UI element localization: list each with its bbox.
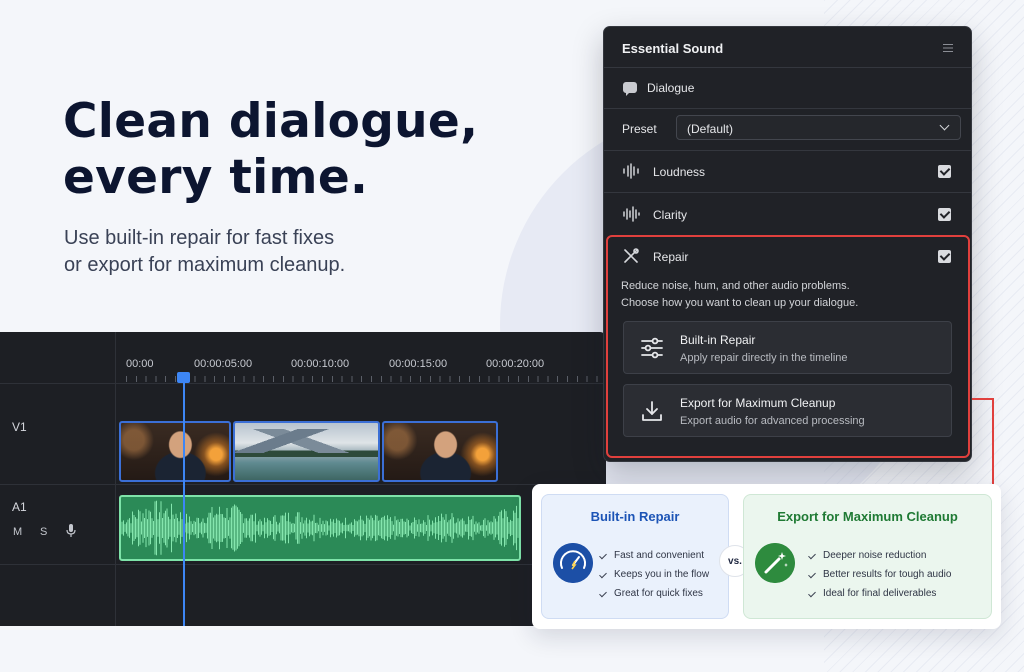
repair-description-line-1: Reduce noise, hum, and other audio probl…: [621, 280, 850, 292]
list-item-text: Great for quick fixes: [614, 588, 703, 599]
video-clip-talking-head[interactable]: [119, 421, 231, 482]
option-subtitle: Apply repair directly in the timeline: [680, 352, 848, 364]
loudness-checkbox[interactable]: [938, 165, 951, 178]
download-icon: [642, 401, 662, 421]
waveform-icon: [623, 206, 640, 222]
built-in-repair-card: Built-in Repair Fast and convenient Keep…: [541, 494, 729, 619]
connector-line: [972, 398, 994, 400]
tools-icon: [624, 248, 639, 263]
video-clip-mountain-lake[interactable]: [233, 421, 380, 482]
clarity-checkbox[interactable]: [938, 208, 951, 221]
comparison-card: Built-in Repair Fast and convenient Keep…: [532, 484, 1001, 629]
preset-label: Preset: [622, 122, 657, 136]
export-cleanup-button[interactable]: Export for Maximum Cleanup Export audio …: [623, 384, 952, 437]
speedometer-icon: [553, 543, 593, 583]
audio-waveform: [121, 500, 519, 556]
preset-value: (Default): [687, 122, 734, 136]
timecode-3: 00:00:15:00: [389, 358, 448, 370]
feature-list: Fast and convenient Keeps you in the flo…: [599, 546, 710, 603]
hero-title: Clean dialogue, every time.: [63, 94, 523, 206]
video-clip-talking-head[interactable]: [382, 421, 498, 482]
hero-subtitle: Use built-in repair for fast fixes or ex…: [64, 225, 484, 279]
timecode-4: 00:00:20:00: [486, 358, 545, 370]
chevron-down-icon: [939, 120, 950, 131]
magic-wand-icon: [755, 543, 795, 583]
waveform-icon: [623, 163, 639, 179]
card-title: Export for Maximum Cleanup: [777, 509, 958, 524]
list-item-text: Deeper noise reduction: [823, 550, 927, 561]
list-item: Ideal for final deliverables: [808, 584, 951, 603]
divider: [604, 67, 971, 68]
timecode-0: 00:00: [126, 358, 154, 370]
loudness-label: Loudness: [653, 165, 706, 179]
audio-clip[interactable]: [119, 495, 521, 561]
menu-icon[interactable]: [943, 44, 953, 52]
list-item: Better results for tough audio: [808, 565, 952, 584]
list-item-text: Fast and convenient: [614, 550, 705, 561]
timeline-panel: 00:00 00:00:05:00 00:00:10:00 00:00:15:0…: [0, 332, 606, 626]
check-icon: [808, 551, 816, 560]
divider: [604, 150, 971, 151]
speech-bubble-icon: [623, 82, 637, 96]
timecode-1: 00:00:05:00: [194, 358, 253, 370]
export-cleanup-card: Export for Maximum Cleanup Deeper noise …: [743, 494, 992, 619]
waveform-path: [121, 500, 519, 556]
list-item: Deeper noise reduction: [808, 546, 951, 565]
solo-button[interactable]: S: [40, 526, 47, 538]
essential-sound-panel: Essential Sound Dialogue Preset (Default…: [603, 26, 972, 462]
sliders-icon: [641, 337, 663, 359]
connector-line: [992, 398, 994, 486]
track-divider: [0, 564, 606, 565]
hero-title-line-2: every time.: [63, 150, 369, 205]
microphone-icon[interactable]: [66, 524, 76, 538]
preset-dropdown[interactable]: (Default): [676, 115, 961, 140]
check-icon: [599, 551, 607, 560]
check-icon: [599, 589, 607, 598]
list-item-text: Ideal for final deliverables: [823, 588, 937, 599]
category-label: Dialogue: [647, 81, 695, 95]
repair-label: Repair: [653, 250, 689, 264]
list-item-text: Better results for tough audio: [823, 569, 952, 580]
repair-description-line-2: Choose how you want to clean up your dia…: [621, 297, 859, 309]
audio-track-label: A1: [12, 500, 27, 514]
divider: [604, 192, 971, 193]
list-item: Keeps you in the flow: [599, 565, 710, 584]
list-item: Great for quick fixes: [599, 584, 709, 603]
repair-description: Reduce noise, hum, and other audio probl…: [621, 278, 941, 312]
playhead-handle[interactable]: [177, 372, 190, 383]
timeline-header-spacer: [0, 332, 116, 384]
clarity-label: Clarity: [653, 208, 688, 222]
divider: [604, 108, 971, 109]
option-subtitle: Export audio for advanced processing: [680, 415, 865, 427]
list-item: Fast and convenient: [599, 546, 709, 565]
check-icon: [599, 570, 607, 579]
ruler-ticks: [126, 376, 606, 382]
feature-list: Deeper noise reduction Better results fo…: [808, 546, 952, 603]
check-icon: [808, 589, 816, 598]
check-icon: [808, 570, 816, 579]
option-title: Built-in Repair: [680, 333, 756, 347]
hero-title-line-1: Clean dialogue,: [63, 94, 479, 149]
mute-button[interactable]: M: [13, 526, 22, 538]
list-item-text: Keeps you in the flow: [614, 569, 710, 580]
card-title: Built-in Repair: [590, 509, 680, 524]
option-title: Export for Maximum Cleanup: [680, 396, 836, 410]
repair-checkbox[interactable]: [938, 250, 951, 263]
timecode-2: 00:00:10:00: [291, 358, 350, 370]
video-track-label: V1: [12, 420, 27, 434]
hero-subtitle-line-2: or export for maximum cleanup.: [64, 254, 346, 276]
panel-title: Essential Sound: [622, 41, 724, 56]
hero-subtitle-line-1: Use built-in repair for fast fixes: [64, 227, 335, 249]
playhead-line: [183, 378, 185, 626]
built-in-repair-button[interactable]: Built-in Repair Apply repair directly in…: [623, 321, 952, 374]
track-divider: [0, 484, 606, 485]
